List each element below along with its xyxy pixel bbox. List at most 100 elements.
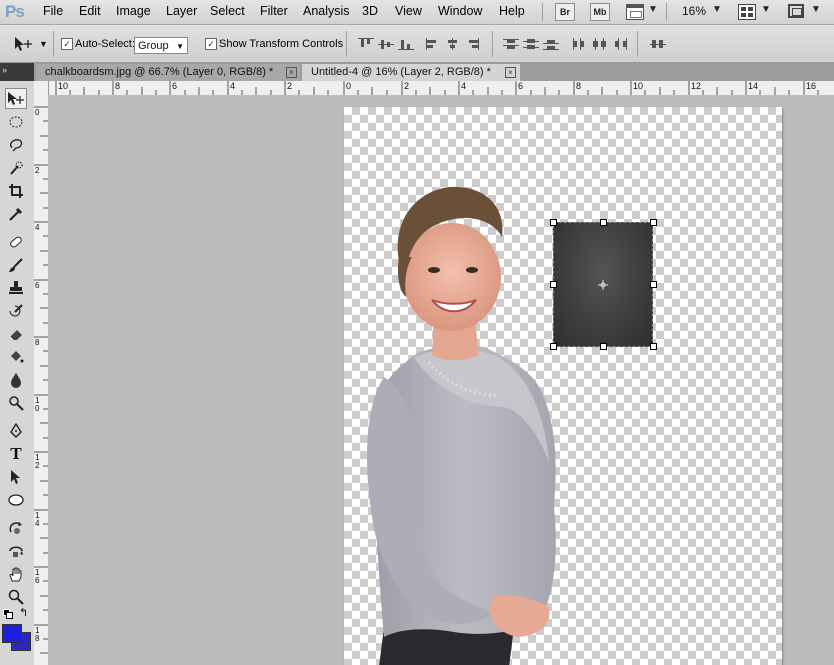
align-bottom-edges-icon[interactable] bbox=[398, 38, 414, 50]
distribute-right-edges-icon[interactable] bbox=[612, 38, 628, 50]
foreground-color-swatch[interactable] bbox=[2, 624, 22, 643]
ruler-label: 1 2 bbox=[35, 453, 40, 470]
3d-orbit-tool-icon[interactable] bbox=[5, 540, 27, 561]
view-extras-icon[interactable] bbox=[626, 4, 644, 20]
align-top-edges-icon[interactable] bbox=[358, 38, 374, 50]
dodge-tool-icon[interactable] bbox=[5, 392, 27, 413]
menu-select[interactable]: Select bbox=[210, 4, 245, 18]
tools-panel: T ↰ bbox=[0, 81, 35, 665]
collapse-arrows-icon[interactable]: » bbox=[2, 65, 7, 75]
distribute-top-edges-icon[interactable] bbox=[503, 38, 519, 50]
launch-minibridge-button[interactable]: Mb bbox=[590, 3, 610, 21]
type-tool-icon[interactable]: T bbox=[5, 443, 27, 464]
options-bar: ▼ ✓ Auto-Select: Group ▼ ✓ Show Transfor… bbox=[0, 25, 834, 63]
lasso-tool-icon[interactable] bbox=[5, 134, 27, 155]
align-right-edges-icon[interactable] bbox=[465, 38, 481, 50]
clone-stamp-tool-icon[interactable] bbox=[5, 277, 27, 298]
pen-tool-icon[interactable] bbox=[5, 420, 27, 441]
transform-handle-middle-left[interactable] bbox=[550, 281, 557, 288]
tab-chalkboard[interactable]: chalkboardsm.jpg @ 66.7% (Layer 0, RGB/8… bbox=[36, 64, 300, 81]
arrange-dropdown-icon[interactable]: ▼ bbox=[761, 4, 771, 15]
screen-mode-dropdown-icon[interactable]: ▼ bbox=[811, 4, 821, 15]
quick-select-tool-icon[interactable] bbox=[5, 157, 27, 178]
canvas-area[interactable] bbox=[48, 95, 834, 665]
healing-brush-tool-icon[interactable] bbox=[5, 231, 27, 252]
path-select-tool-icon[interactable] bbox=[5, 466, 27, 487]
ruler-label: 8 bbox=[35, 338, 40, 347]
ruler-label: 10 bbox=[58, 81, 69, 91]
screen-mode-icon[interactable] bbox=[788, 4, 804, 18]
menu-layer[interactable]: Layer bbox=[166, 4, 197, 18]
transform-handle-top-left[interactable] bbox=[550, 219, 557, 226]
horizontal-ruler[interactable]: 10 8 6 4 2 0 2 4 6 8 10 12 14 16 bbox=[48, 81, 834, 96]
ruler-label: 1 8 bbox=[35, 626, 40, 643]
ruler-label: 1 0 bbox=[35, 396, 40, 413]
crop-tool-icon[interactable] bbox=[5, 180, 27, 201]
menu-bar: Ps File Edit Image Layer Select Filter A… bbox=[0, 0, 834, 25]
menu-file[interactable]: File bbox=[43, 4, 63, 18]
auto-align-layers-icon[interactable] bbox=[650, 38, 666, 50]
transform-bounding-box[interactable] bbox=[553, 222, 653, 347]
tool-preset-dropdown-icon[interactable]: ▼ bbox=[39, 39, 48, 49]
auto-select-dropdown[interactable]: Group ▼ bbox=[134, 37, 188, 54]
zoom-tool-icon[interactable] bbox=[5, 586, 27, 607]
distribute-horizontal-centers-icon[interactable] bbox=[592, 38, 608, 50]
move-tool-preset-icon[interactable] bbox=[13, 36, 37, 52]
view-extras-dropdown-icon[interactable]: ▼ bbox=[648, 4, 658, 15]
menu-view[interactable]: View bbox=[395, 4, 422, 18]
eraser-tool-icon[interactable] bbox=[5, 323, 27, 344]
auto-select-label: Auto-Select: bbox=[75, 38, 135, 50]
align-left-edges-icon[interactable] bbox=[425, 38, 441, 50]
close-icon[interactable]: × bbox=[505, 67, 516, 78]
blur-tool-icon[interactable] bbox=[5, 369, 27, 390]
marquee-tool-icon[interactable] bbox=[5, 111, 27, 132]
show-transform-controls-checkbox[interactable]: ✓ bbox=[205, 38, 217, 50]
hand-tool-icon[interactable] bbox=[5, 563, 27, 584]
ruler-label: 6 bbox=[172, 81, 178, 91]
swap-colors-icon[interactable]: ↰ bbox=[19, 606, 28, 619]
menu-analysis[interactable]: Analysis bbox=[303, 4, 350, 18]
distribute-bottom-edges-icon[interactable] bbox=[543, 38, 559, 50]
3d-rotate-tool-icon[interactable] bbox=[5, 517, 27, 538]
ruler-label: 0 bbox=[35, 108, 40, 117]
vertical-ruler[interactable]: 0 2 4 6 8 1 0 1 2 1 4 1 6 1 8 bbox=[34, 81, 49, 665]
menu-help[interactable]: Help bbox=[499, 4, 525, 18]
distribute-vertical-centers-icon[interactable] bbox=[523, 38, 539, 50]
paint-bucket-tool-icon[interactable] bbox=[5, 346, 27, 367]
person-layer[interactable] bbox=[344, 107, 782, 665]
document-canvas[interactable] bbox=[344, 107, 782, 665]
eyedropper-tool-icon[interactable] bbox=[5, 203, 27, 224]
default-colors-icon[interactable] bbox=[3, 609, 13, 619]
transform-handle-bottom-left[interactable] bbox=[550, 343, 557, 350]
menu-image[interactable]: Image bbox=[116, 4, 151, 18]
menu-edit[interactable]: Edit bbox=[79, 4, 101, 18]
launch-bridge-button[interactable]: Br bbox=[555, 3, 575, 21]
shape-tool-icon[interactable] bbox=[5, 489, 27, 510]
menu-filter[interactable]: Filter bbox=[260, 4, 288, 18]
align-vertical-centers-icon[interactable] bbox=[378, 38, 394, 50]
zoom-dropdown-icon[interactable]: ▼ bbox=[712, 4, 722, 15]
arrange-documents-icon[interactable] bbox=[738, 4, 756, 20]
close-icon[interactable]: × bbox=[286, 67, 297, 78]
menu-window[interactable]: Window bbox=[438, 4, 482, 18]
zoom-level[interactable]: 16% bbox=[682, 4, 706, 18]
tab-untitled-4[interactable]: Untitled-4 @ 16% (Layer 2, RGB/8) * × bbox=[302, 64, 520, 81]
auto-select-checkbox[interactable]: ✓ bbox=[61, 38, 73, 50]
transform-handle-top-center[interactable] bbox=[600, 219, 607, 226]
photoshop-logo: Ps bbox=[5, 2, 25, 21]
distribute-left-edges-icon[interactable] bbox=[572, 38, 588, 50]
transform-handle-bottom-right[interactable] bbox=[650, 343, 657, 350]
history-brush-tool-icon[interactable] bbox=[5, 300, 27, 321]
move-tool-icon[interactable] bbox=[5, 88, 27, 109]
ruler-label: 6 bbox=[35, 281, 40, 290]
brush-tool-icon[interactable] bbox=[5, 254, 27, 275]
ruler-label: 14 bbox=[748, 81, 759, 91]
align-horizontal-centers-icon[interactable] bbox=[445, 38, 461, 50]
transform-handle-bottom-center[interactable] bbox=[600, 343, 607, 350]
transform-handle-middle-right[interactable] bbox=[650, 281, 657, 288]
tab-label: chalkboardsm.jpg @ 66.7% (Layer 0, RGB/8… bbox=[45, 66, 274, 78]
transform-handle-top-right[interactable] bbox=[650, 219, 657, 226]
panel-collapse-bar[interactable]: » bbox=[0, 63, 34, 81]
menu-3d[interactable]: 3D bbox=[362, 4, 378, 18]
chalkboard-layer[interactable] bbox=[553, 222, 653, 347]
